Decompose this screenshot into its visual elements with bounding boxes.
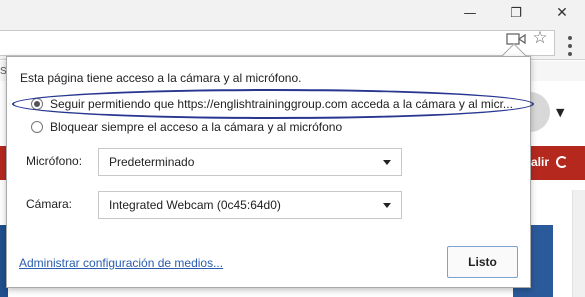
media-permission-bubble: Esta página tiene acceso a la cámara y a… — [6, 56, 534, 288]
page-scrollbar[interactable] — [572, 190, 585, 297]
block-radio[interactable] — [31, 121, 43, 133]
access-message: Esta página tiene acceso a la cámara y a… — [20, 71, 302, 85]
dropdown-arrow-icon — [383, 160, 391, 165]
block-option-label: Bloquear siempre el acceso a la cámara y… — [50, 120, 343, 134]
camera-in-use-icon[interactable] — [506, 32, 526, 46]
block-option[interactable]: Bloquear siempre el acceso a la cámara y… — [31, 119, 342, 135]
microphone-value: Predeterminado — [109, 155, 195, 169]
restore-button[interactable]: ❐ — [493, 0, 539, 26]
bookmark-star-icon[interactable]: ☆ — [530, 29, 550, 47]
camera-label: Cámara: — [26, 197, 73, 211]
microphone-label: Micrófono: — [26, 154, 83, 168]
microphone-select[interactable]: Predeterminado — [98, 148, 402, 176]
done-button[interactable]: Listo — [447, 246, 518, 278]
address-bar[interactable] — [0, 30, 555, 56]
chevron-down-icon[interactable]: ▼ — [556, 106, 564, 119]
loading-spinner-icon — [556, 156, 568, 168]
dropdown-arrow-icon — [383, 203, 391, 208]
toolbar: ☆ — [0, 26, 585, 60]
manage-media-settings-link[interactable]: Administrar configuración de medios... — [19, 256, 223, 270]
chrome-menu-icon[interactable] — [562, 36, 578, 56]
camera-select[interactable]: Integrated Webcam (0c45:64d0) — [98, 191, 402, 219]
exit-link[interactable]: alir — [531, 155, 549, 169]
title-bar: — ❐ ✕ — [0, 0, 585, 26]
hand-drawn-highlight — [12, 89, 534, 119]
minimize-button[interactable]: — — [447, 0, 493, 26]
camera-value: Integrated Webcam (0c45:64d0) — [109, 198, 281, 212]
close-window-button[interactable]: ✕ — [539, 0, 585, 26]
